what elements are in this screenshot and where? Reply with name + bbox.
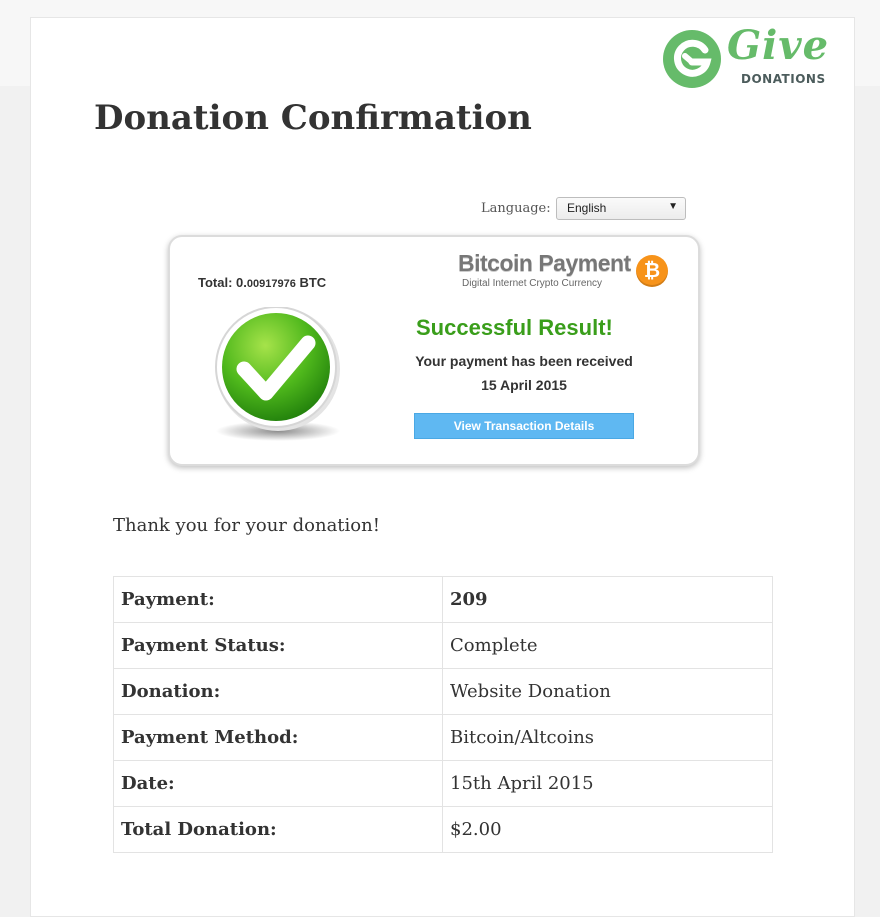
language-selected-value: English <box>567 201 607 215</box>
detail-value: Website Donation <box>442 668 773 715</box>
language-label: Language: <box>481 201 551 216</box>
thank-you-message: Thank you for your donation! <box>113 515 380 536</box>
total-label: Total: <box>198 275 233 290</box>
detail-value: 209 <box>442 576 773 623</box>
success-checkmark-icon <box>215 307 340 441</box>
dropdown-arrow-icon: ▼ <box>668 201 678 212</box>
detail-value: 15th April 2015 <box>442 760 773 807</box>
result-title: Successful Result! <box>416 315 613 340</box>
table-row: Total Donation: $2.00 <box>113 806 773 853</box>
language-select[interactable]: English ▼ <box>556 197 686 220</box>
logo-wordmark: Give <box>727 22 830 69</box>
detail-value: $2.00 <box>442 806 773 853</box>
logo-subtitle: DONATIONS <box>741 72 826 86</box>
bitcoin-icon: ₿ <box>636 255 668 287</box>
payment-received-text: Your payment has been received <box>415 353 633 369</box>
give-logo[interactable]: Give DONATIONS <box>661 22 846 90</box>
total-amount-decimals: 00917976 <box>246 278 296 290</box>
table-row: Payment Method: Bitcoin/Altcoins <box>113 714 773 761</box>
bitcoin-payment-card: Total: 0.00917976 BTC Bitcoin Payment Di… <box>168 235 700 466</box>
detail-label: Total Donation: <box>113 806 443 853</box>
detail-label: Donation: <box>113 668 443 715</box>
payment-total: Total: 0.00917976 BTC <box>198 275 326 290</box>
bitcoin-payment-title: Bitcoin Payment <box>458 250 631 276</box>
page-content: Give DONATIONS Donation Confirmation Lan… <box>30 17 855 917</box>
table-row: Payment Status: Complete <box>113 622 773 669</box>
detail-label: Payment Method: <box>113 714 443 761</box>
total-currency: BTC <box>299 275 327 290</box>
table-row: Date: 15th April 2015 <box>113 760 773 807</box>
table-row: Donation: Website Donation <box>113 668 773 715</box>
detail-label: Payment: <box>113 576 443 623</box>
total-amount-int: 0. <box>236 275 247 290</box>
detail-value: Complete <box>442 622 773 669</box>
bitcoin-payment-subtitle: Digital Internet Crypto Currency <box>462 278 603 289</box>
donation-details-table: Payment: 209 Payment Status: Complete Do… <box>113 576 773 853</box>
view-transaction-details-button[interactable]: View Transaction Details <box>414 413 634 439</box>
detail-value: Bitcoin/Altcoins <box>442 714 773 761</box>
payment-received-date: 15 April 2015 <box>481 377 567 393</box>
give-logo-icon <box>663 30 721 88</box>
page-title: Donation Confirmation <box>94 98 532 138</box>
detail-label: Payment Status: <box>113 622 443 669</box>
table-row: Payment: 209 <box>113 576 773 623</box>
detail-label: Date: <box>113 760 443 807</box>
